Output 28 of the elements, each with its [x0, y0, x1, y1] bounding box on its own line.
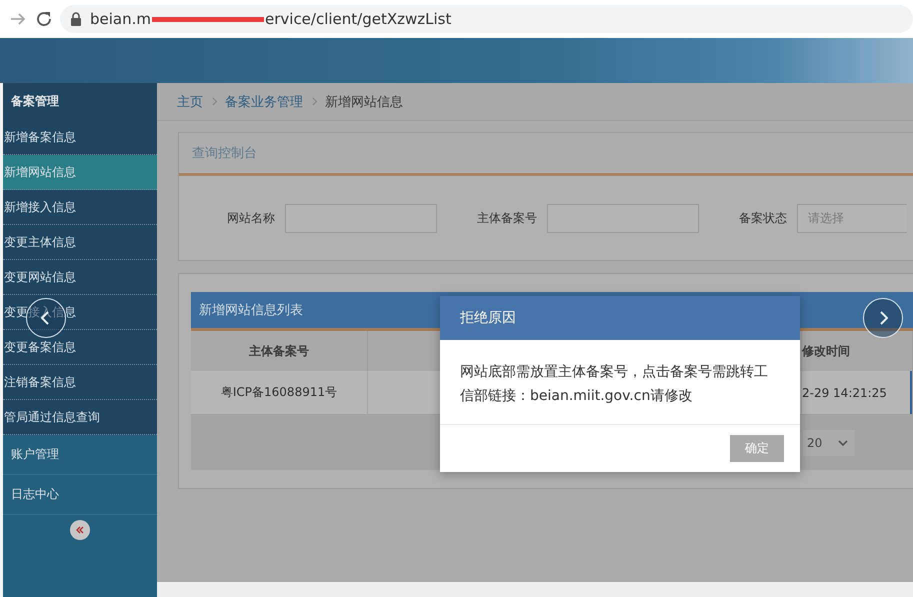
- next-button[interactable]: [863, 298, 903, 338]
- field-label: 主体备案号: [477, 210, 537, 226]
- url-text: ervice/client/getXzwzList: [265, 10, 452, 28]
- breadcrumb-current: 新增网站信息: [325, 94, 403, 110]
- table-cell: 2-29 14:21:25: [802, 371, 910, 415]
- collapse-button[interactable]: [70, 520, 90, 540]
- column-header: 修改时间: [802, 331, 910, 371]
- dialog-message: 网站底部需放置主体备案号，点击备案号需跳转工信部链接：beian.miit.gov.cn请修改: [440, 340, 800, 425]
- input-field[interactable]: [285, 204, 437, 232]
- field-label: 网站名称: [227, 210, 275, 226]
- chevron-down-icon: [838, 438, 848, 446]
- address-bar[interactable]: beian.m ervice/client/getXzwzList: [60, 5, 913, 33]
- page-size-select[interactable]: 20: [803, 430, 855, 456]
- action-button[interactable]: [910, 371, 913, 415]
- field-label: 备案状态: [739, 210, 787, 226]
- dialog-title: 拒绝原因: [440, 296, 800, 340]
- chevron-icon: [211, 97, 217, 106]
- url-text: beian.m: [90, 10, 151, 28]
- double-chevron-icon: [75, 525, 85, 535]
- nav-section-title: 备案管理: [10, 93, 60, 110]
- table-cell: 粤ICP备16088911号: [191, 371, 368, 415]
- chevron-right-icon: [878, 311, 888, 325]
- input-field[interactable]: [547, 204, 699, 232]
- sidebar-item[interactable]: 新增网站信息: [3, 155, 157, 190]
- lock-icon: [70, 12, 82, 26]
- column-header: 主体备案号: [191, 331, 368, 371]
- reload-icon[interactable]: [34, 9, 54, 29]
- chevron-icon: [311, 97, 317, 106]
